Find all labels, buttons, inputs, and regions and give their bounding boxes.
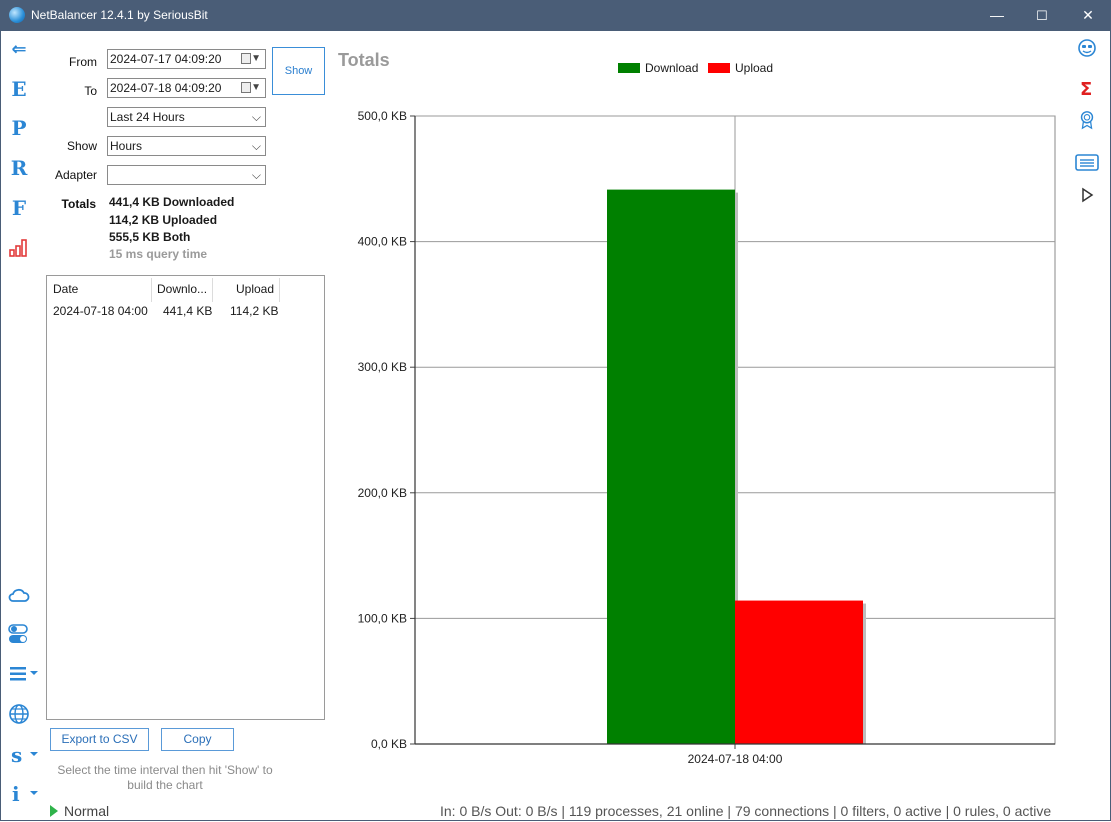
cell-upload: 114,2 KB	[230, 304, 279, 318]
close-button[interactable]: ✕	[1065, 0, 1111, 31]
chevron-down-icon[interactable]: ⌵	[252, 137, 261, 155]
chevron-down-icon[interactable]: ⌵	[252, 108, 261, 126]
sigma-icon[interactable]: Σ	[1077, 78, 1097, 98]
totals-downloaded: 441,4 KB Downloaded	[109, 195, 235, 209]
column-divider	[279, 278, 280, 302]
sort-icon[interactable]: s	[8, 744, 42, 766]
show-label: Show	[66, 139, 97, 153]
column-header-date[interactable]: Date	[53, 282, 78, 296]
totals-both: 555,5 KB Both	[109, 230, 191, 244]
query-time: 15 ms query time	[109, 247, 208, 261]
cell-download: 441,4 KB	[163, 304, 213, 318]
info-icon[interactable]: i	[8, 782, 42, 804]
title-bar: NetBalancer 12.4.1 by SeriousBit — ☐ ✕	[0, 0, 1111, 31]
cell-date: 2024-07-18 04:00	[53, 304, 148, 318]
adapter-label: Adapter	[54, 168, 97, 182]
status-play-icon	[50, 805, 58, 817]
minimize-button[interactable]: —	[974, 0, 1020, 31]
totals-uploaded: 114,2 KB Uploaded	[109, 213, 218, 227]
chevron-down-icon[interactable]: ⌵	[252, 166, 261, 184]
legend-label-download: Download	[645, 61, 699, 75]
window-title: NetBalancer 12.4.1 by SeriousBit	[31, 8, 208, 22]
nav-e-icon[interactable]: E	[8, 78, 30, 100]
range-select[interactable]: Last 24 Hours ⌵	[107, 107, 266, 127]
show-value: Hours	[110, 139, 143, 153]
legend-swatch-upload	[708, 63, 730, 73]
legend-swatch-download	[618, 63, 640, 73]
maximize-button[interactable]: ☐	[1019, 0, 1065, 31]
x-tick-label: 2024-07-18 04:00	[688, 752, 783, 766]
play-icon[interactable]	[1077, 185, 1097, 205]
range-value: Last 24 Hours	[110, 110, 185, 124]
column-header-download[interactable]: Downlo...	[157, 282, 207, 296]
y-tick-label: 100,0 KB	[358, 611, 407, 625]
from-date-input[interactable]: 2024-07-17 04:09:20 ▼	[107, 49, 266, 69]
adapter-select[interactable]: ⌵	[107, 165, 266, 185]
bar-download	[607, 189, 735, 745]
chart-title: Totals	[338, 50, 390, 70]
to-date-value: 2024-07-18 04:09:20	[110, 81, 222, 95]
list-icon[interactable]	[1075, 153, 1099, 173]
chevron-down-icon[interactable]: ▼	[251, 50, 261, 68]
nav-r-icon[interactable]: R	[8, 157, 30, 179]
globe-icon[interactable]	[8, 703, 30, 725]
chevron-down-icon[interactable]: ▼	[251, 79, 261, 97]
y-tick-label: 500,0 KB	[358, 109, 407, 123]
legend-label-upload: Upload	[735, 61, 774, 75]
show-select[interactable]: Hours ⌵	[107, 136, 266, 156]
from-date-value: 2024-07-17 04:09:20	[110, 52, 222, 66]
calendar-icon[interactable]	[241, 53, 251, 64]
column-divider	[212, 278, 213, 302]
column-header-upload[interactable]: Upload	[236, 282, 274, 296]
column-divider	[151, 278, 152, 302]
award-icon[interactable]	[1077, 110, 1097, 130]
toggle-icon[interactable]	[8, 623, 30, 645]
calendar-icon[interactable]	[241, 82, 251, 93]
y-tick-label: 0,0 KB	[371, 737, 407, 751]
export-csv-button[interactable]: Export to CSV	[50, 728, 149, 751]
show-button[interactable]: Show	[272, 47, 325, 95]
from-label: From	[69, 55, 97, 69]
svg-text:s: s	[11, 744, 22, 766]
y-tick-label: 300,0 KB	[358, 360, 407, 374]
totals-table: Date Downlo... Upload 2024-07-18 04:00 4…	[46, 275, 325, 720]
status-stats: In: 0 B/s Out: 0 B/s | 119 processes, 21…	[440, 803, 1052, 819]
bar-chart: 0,0 KB 100,0 KB 200,0 KB 300,0 KB 400,0 KB 50…	[358, 109, 1056, 766]
back-arrow-icon[interactable]: ⇐	[8, 39, 30, 61]
y-tick-label: 400,0 KB	[358, 235, 407, 249]
nav-f-icon[interactable]: F	[8, 197, 30, 219]
y-tick-label: 200,0 KB	[358, 486, 407, 500]
copy-button[interactable]: Copy	[161, 728, 234, 751]
status-mode[interactable]: Normal	[64, 803, 109, 819]
nav-p-icon[interactable]: P	[8, 117, 30, 139]
bar-upload	[735, 600, 863, 744]
svg-text:i: i	[12, 782, 20, 804]
hint-text: Select the time interval then hit 'Show'…	[57, 763, 273, 792]
to-date-input[interactable]: 2024-07-18 04:09:20 ▼	[107, 78, 266, 98]
app-icon	[9, 7, 25, 23]
stats-bars-icon[interactable]	[8, 236, 30, 258]
totals-label: Totals	[61, 197, 96, 211]
cloud-icon[interactable]	[8, 585, 30, 605]
svg-text:Σ: Σ	[1080, 79, 1092, 98]
menu-icon[interactable]	[8, 664, 42, 684]
to-label: To	[84, 84, 97, 98]
smiley-icon[interactable]	[1077, 38, 1097, 58]
